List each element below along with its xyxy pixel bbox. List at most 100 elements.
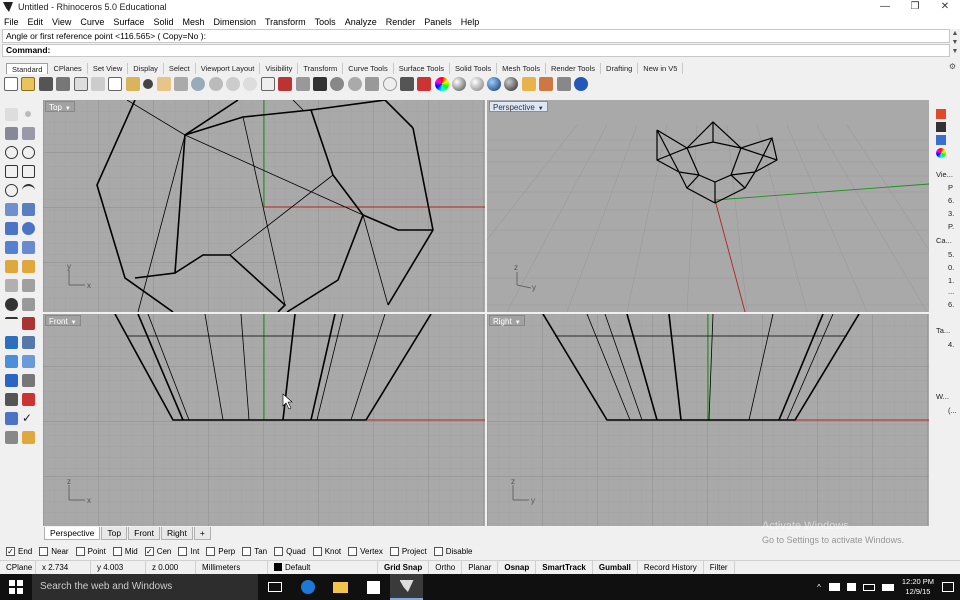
- curve-icon[interactable]: [22, 184, 35, 197]
- taskbar-clock[interactable]: 12:20 PM 12/9/15: [902, 577, 934, 597]
- osnap-toggle[interactable]: Osnap: [498, 560, 537, 574]
- tab-render-tools[interactable]: Render Tools: [546, 63, 602, 74]
- cylinder-icon[interactable]: [5, 241, 18, 254]
- light-icon[interactable]: [521, 77, 536, 91]
- show-icon[interactable]: [347, 77, 362, 91]
- menu-transform[interactable]: Transform: [265, 17, 306, 27]
- taskbar-search-box[interactable]: Search the web and Windows: [32, 574, 258, 600]
- osnap-mid[interactable]: Mid: [112, 546, 138, 556]
- osnap-vertex[interactable]: Vertex: [348, 546, 383, 556]
- menu-file[interactable]: File: [4, 17, 19, 27]
- panel-value[interactable]: 6.: [948, 196, 954, 205]
- panel-value[interactable]: 5.: [948, 250, 954, 259]
- viewport-perspective[interactable]: z y Perspective ▼: [487, 100, 929, 312]
- sphere-icon[interactable]: [22, 222, 35, 235]
- viewport-label-top[interactable]: Top ▼: [45, 101, 75, 112]
- menu-curve[interactable]: Curve: [80, 17, 104, 27]
- planar-toggle[interactable]: Planar: [462, 560, 499, 574]
- tab-set-view[interactable]: Set View: [88, 63, 129, 74]
- tools-icon[interactable]: [556, 77, 571, 91]
- offset-icon[interactable]: [22, 279, 35, 292]
- hide-icon[interactable]: [330, 77, 345, 91]
- layers-panel-icon[interactable]: [936, 122, 946, 132]
- point-icon[interactable]: [25, 111, 31, 117]
- undo-icon[interactable]: [143, 79, 154, 89]
- zoom-window-icon[interactable]: [208, 77, 223, 91]
- grid-array-icon[interactable]: [5, 393, 18, 406]
- store-icon[interactable]: [357, 574, 390, 600]
- status-layer[interactable]: Default: [268, 560, 378, 574]
- menu-edit[interactable]: Edit: [28, 17, 44, 27]
- circle-icon[interactable]: [5, 146, 18, 159]
- mesh-icon[interactable]: [22, 241, 35, 254]
- scale-icon[interactable]: [22, 355, 35, 368]
- extrude-icon[interactable]: [5, 260, 18, 273]
- close-button[interactable]: ✕: [930, 0, 960, 14]
- open-file-icon[interactable]: [21, 77, 36, 91]
- menu-dimension[interactable]: Dimension: [213, 17, 256, 27]
- menu-solid[interactable]: Solid: [153, 17, 173, 27]
- panel-value[interactable]: P: [948, 183, 953, 192]
- paint-bucket-icon[interactable]: [5, 298, 18, 311]
- check-icon[interactable]: ✓: [22, 412, 35, 425]
- tab-curve-tools[interactable]: Curve Tools: [343, 63, 394, 74]
- network-icon[interactable]: [828, 583, 840, 591]
- menu-panels[interactable]: Panels: [424, 17, 452, 27]
- keyboard-icon[interactable]: [881, 583, 894, 591]
- copy-object-icon[interactable]: [22, 336, 35, 349]
- array-icon[interactable]: [22, 298, 35, 311]
- menu-render[interactable]: Render: [386, 17, 416, 27]
- osnap-perp[interactable]: Perp: [206, 546, 235, 556]
- tab-display[interactable]: Display: [128, 63, 164, 74]
- cplane-icon[interactable]: [295, 77, 310, 91]
- menu-mesh[interactable]: Mesh: [182, 17, 204, 27]
- render-preview-icon[interactable]: [469, 77, 484, 91]
- grid-snap-toggle[interactable]: Grid Snap: [378, 560, 430, 574]
- render-tool-icon[interactable]: [5, 431, 18, 444]
- panel-value[interactable]: (...: [948, 406, 957, 415]
- tab-transform[interactable]: Transform: [298, 63, 344, 74]
- osnap-end[interactable]: ✓ End: [6, 546, 32, 556]
- record-history-toggle[interactable]: Record History: [638, 560, 704, 574]
- viewport-label-perspective[interactable]: Perspective ▼: [489, 101, 548, 112]
- checkbox[interactable]: [389, 546, 399, 556]
- render-icon[interactable]: [486, 77, 501, 91]
- tab-surface-tools[interactable]: Surface Tools: [394, 63, 451, 74]
- dimension-icon[interactable]: [22, 393, 35, 406]
- help-icon[interactable]: [573, 77, 588, 91]
- rotate-icon[interactable]: [5, 355, 18, 368]
- checkbox[interactable]: [112, 546, 122, 556]
- checkbox[interactable]: [312, 546, 322, 556]
- osnap-quad[interactable]: Quad: [274, 546, 306, 556]
- ortho-toggle[interactable]: Ortho: [429, 560, 463, 574]
- command-scrollbar[interactable]: ▲ ▼ ▼: [950, 29, 960, 57]
- vtab-top[interactable]: Top: [101, 527, 128, 540]
- checkbox[interactable]: [39, 546, 49, 556]
- add-viewport-tab-button[interactable]: +: [193, 527, 211, 540]
- checkbox[interactable]: [242, 546, 252, 556]
- menu-tools[interactable]: Tools: [315, 17, 336, 27]
- loft-icon[interactable]: [22, 203, 35, 216]
- display-panel-icon[interactable]: [936, 135, 946, 145]
- light-bulb-icon[interactable]: [382, 77, 397, 91]
- edge-browser-icon[interactable]: [291, 574, 324, 600]
- materials-panel-icon[interactable]: [936, 148, 946, 158]
- select-all-icon[interactable]: [313, 77, 328, 91]
- task-view-icon[interactable]: [258, 574, 291, 600]
- lock-icon[interactable]: [365, 77, 380, 91]
- checkbox[interactable]: [206, 546, 216, 556]
- smarttrack-toggle[interactable]: SmartTrack: [536, 560, 593, 574]
- panel-value[interactable]: 6.: [948, 300, 954, 309]
- ellipse-icon[interactable]: [22, 146, 35, 159]
- notifications-icon[interactable]: [942, 582, 954, 592]
- tab-viewport-layout[interactable]: Viewport Layout: [196, 63, 261, 74]
- grid-icon[interactable]: [278, 77, 293, 91]
- color-wheel-icon[interactable]: [434, 77, 449, 91]
- arc-icon[interactable]: [5, 184, 18, 197]
- osnap-point[interactable]: Point: [75, 546, 106, 556]
- tab-standard[interactable]: Standard: [6, 63, 49, 74]
- panel-value[interactable]: 1.: [948, 276, 954, 285]
- analyze-icon[interactable]: [5, 412, 18, 425]
- panel-value[interactable]: 0.: [948, 263, 954, 272]
- vtab-right[interactable]: Right: [160, 527, 193, 540]
